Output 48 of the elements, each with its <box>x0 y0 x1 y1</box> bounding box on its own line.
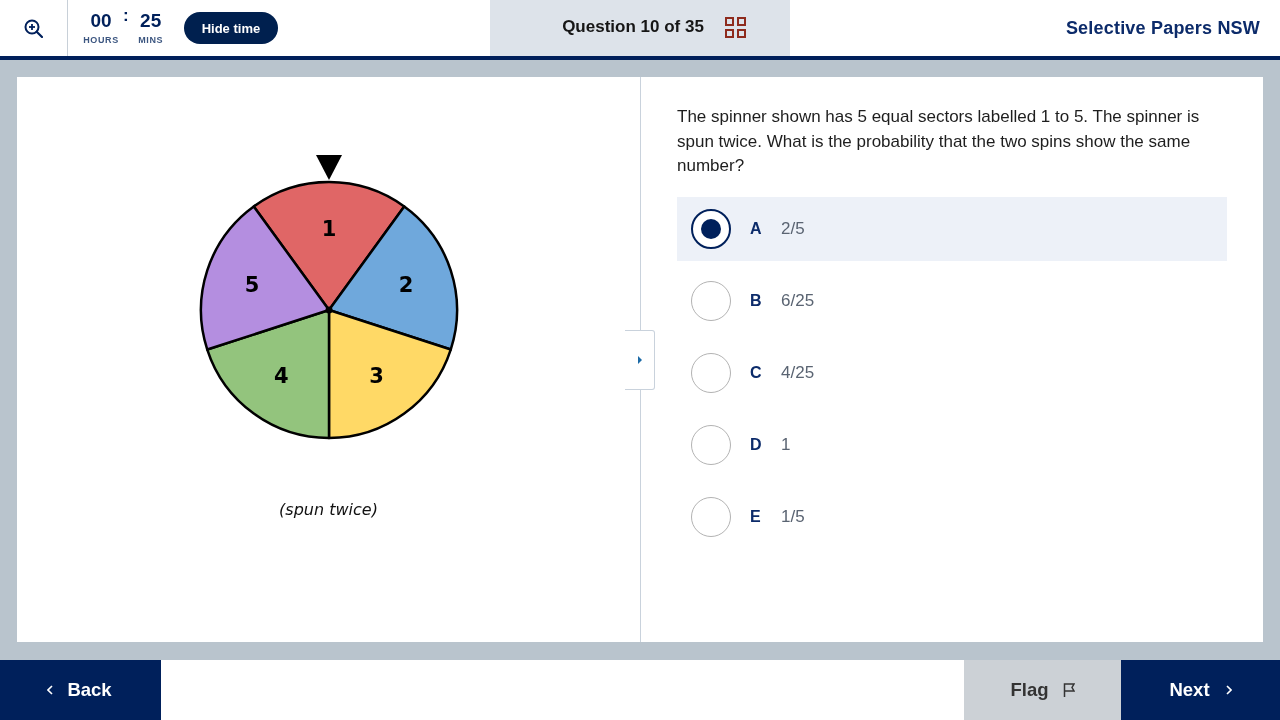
radio-button[interactable] <box>691 496 731 537</box>
timer-hours: 00 <box>90 10 112 32</box>
option-text: 1/5 <box>781 506 805 527</box>
sector-label: 2 <box>398 272 413 297</box>
radio-button[interactable] <box>691 208 731 249</box>
hide-time-button[interactable]: Hide time <box>183 12 279 44</box>
flag-button[interactable]: Flag <box>964 660 1121 720</box>
sector-label: 1 <box>321 217 336 241</box>
collapse-tab[interactable] <box>625 330 655 390</box>
question-counter: Question 10 of 35 <box>562 17 704 37</box>
chevron-left-icon <box>47 685 54 695</box>
hours-label: HOURS <box>83 35 119 46</box>
option-text: 1 <box>781 434 791 455</box>
next-button[interactable]: Next <box>1121 660 1280 720</box>
answer-option[interactable]: E 1/5 <box>677 484 1227 549</box>
zoom-in-icon <box>24 18 43 38</box>
back-button[interactable]: Back <box>0 660 161 720</box>
question-navigator-button[interactable]: Question 10 of 35 <box>490 0 790 56</box>
answer-option[interactable]: C 4/25 <box>677 340 1227 405</box>
spinner-pointer <box>315 155 342 180</box>
option-letter: B <box>750 291 763 310</box>
option-letter: A <box>750 219 763 238</box>
chevron-right-icon <box>1225 685 1232 695</box>
sector-label: 3 <box>368 363 384 388</box>
radio-button[interactable] <box>691 352 731 393</box>
option-letter: E <box>750 507 762 526</box>
answer-option[interactable]: B 6/25 <box>677 268 1227 333</box>
sector-label: 5 <box>244 272 259 297</box>
grid-icon <box>724 16 746 38</box>
timer-minutes: 25 <box>140 10 162 32</box>
question-text: The spinner shown has 5 equal sectors labelled 1 to 5. The spinner is spun twice. What is the probability that the two spins show the same number? <box>677 106 1201 177</box>
caret-right-icon <box>637 356 642 364</box>
sector-label: 4 <box>273 363 289 388</box>
option-text: 2/5 <box>781 218 805 239</box>
figure-caption: (spun twice) <box>279 500 378 519</box>
brand-title: Selective Papers NSW <box>1065 17 1260 39</box>
option-letter: D <box>750 435 763 454</box>
answer-option[interactable]: A 2/5 <box>677 196 1227 261</box>
minutes-label: MINS <box>138 35 164 46</box>
option-letter: C <box>750 363 763 382</box>
spinner-hub-icon <box>325 306 332 314</box>
flag-icon <box>1062 683 1075 697</box>
option-text: 4/25 <box>781 362 815 383</box>
radio-button[interactable] <box>691 280 731 321</box>
timer-separator: : <box>123 8 129 24</box>
option-text: 6/25 <box>781 290 815 311</box>
radio-button[interactable] <box>691 424 731 465</box>
answer-option[interactable]: D 1 <box>677 412 1227 477</box>
